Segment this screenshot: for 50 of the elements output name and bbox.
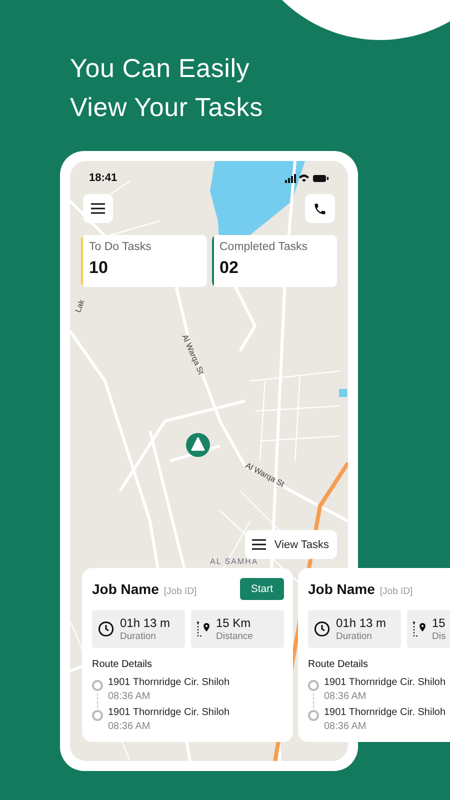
route-pin-icon: [197, 621, 210, 637]
clock-icon: [314, 621, 330, 637]
stop-time: 08:36 AM: [324, 691, 368, 702]
headline-text: View Your Tasks: [70, 91, 264, 124]
stat-label: Completed Tasks: [220, 241, 308, 253]
view-tasks-button[interactable]: View Tasks: [245, 530, 337, 559]
menu-icon: [252, 539, 266, 550]
stop-address: 1901 Thornridge Cir. Shiloh: [324, 707, 446, 718]
distance-label: Dis: [432, 631, 446, 642]
stop-address: 1901 Thornridge Cir. Shiloh: [108, 677, 230, 688]
stop-address: 1901 Thornridge Cir. Shiloh: [324, 677, 446, 688]
duration-label: Duration: [120, 631, 157, 642]
stop-marker-icon: [92, 680, 103, 691]
stop-marker-icon: [308, 680, 319, 691]
stat-value: 10: [89, 258, 109, 278]
stop-marker-icon: [308, 710, 319, 721]
headline-text: You Can Easily: [70, 52, 251, 85]
stop-time: 08:36 AM: [108, 721, 152, 732]
job-id: [Job ID]: [380, 586, 413, 597]
stop-time: 08:36 AM: [324, 721, 368, 732]
clock-icon: [98, 621, 114, 637]
map-label: Lak: [73, 298, 86, 314]
water-area: [339, 389, 347, 397]
phone-icon: [313, 202, 327, 216]
route-details-heading: Route Details: [308, 659, 370, 670]
distance-label: Distance: [216, 631, 253, 642]
map-label: Al Warqa St: [180, 333, 206, 376]
stop-address: 1901 Thornridge Cir. Shiloh: [108, 707, 230, 718]
menu-button[interactable]: [83, 194, 113, 223]
status-icons: [285, 173, 329, 183]
stop-time: 08:36 AM: [108, 691, 152, 702]
duration-value: 01h 13 m: [120, 616, 170, 630]
map-label: AL SAMHA: [210, 557, 258, 566]
route-details-heading: Route Details: [92, 659, 154, 670]
start-button[interactable]: Start: [240, 578, 284, 600]
stop-marker-icon: [92, 710, 103, 721]
route-pin-icon: [413, 621, 426, 637]
job-title: Job Name: [92, 581, 159, 597]
distance-value: 15: [432, 616, 446, 630]
distance-value: 15 Km: [216, 616, 252, 630]
call-button[interactable]: [305, 194, 335, 223]
menu-icon: [91, 203, 105, 214]
duration-label: Duration: [336, 631, 373, 642]
duration-value: 01h 13 m: [336, 616, 386, 630]
stat-value: 02: [220, 258, 240, 278]
status-time: 18:41: [89, 172, 118, 184]
job-id: [Job ID]: [164, 586, 197, 597]
location-marker-icon: [186, 433, 210, 457]
job-title: Job Name: [308, 581, 375, 597]
stat-label: To Do Tasks: [89, 241, 152, 253]
